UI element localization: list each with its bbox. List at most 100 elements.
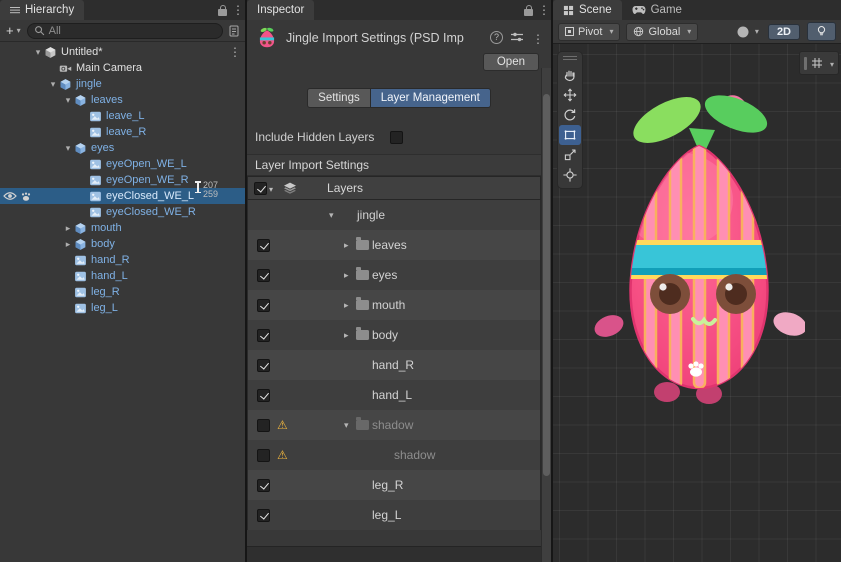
expand-arrow-icon[interactable]: ▾: [329, 210, 341, 221]
expand-arrow-icon[interactable]: ▾: [62, 95, 74, 106]
hierarchy-row-leaves[interactable]: ▾leaves: [0, 92, 245, 108]
inspector-scrollbar[interactable]: [541, 68, 551, 562]
tab-inspector[interactable]: Inspector: [247, 0, 314, 20]
hierarchy-row-Untitled*[interactable]: ▾Untitled*⋮: [0, 44, 245, 60]
layer-row-hand_L[interactable]: hand_L: [248, 380, 540, 410]
kebab-menu-icon[interactable]: ⋮: [229, 45, 241, 59]
hierarchy-row-body[interactable]: ▸body: [0, 236, 245, 252]
strip-drag-handle[interactable]: [563, 55, 577, 62]
global-dropdown[interactable]: Global: [626, 23, 698, 41]
presets-icon[interactable]: [510, 31, 524, 43]
layer-row-body[interactable]: ▸body: [248, 320, 540, 350]
expand-arrow-icon[interactable]: ▸: [62, 223, 74, 234]
layer-name: jingle: [357, 208, 385, 222]
inspector-header: Jingle Import Settings (PSD Imp: [247, 20, 551, 50]
visibility-gutter[interactable]: [0, 191, 32, 202]
open-button[interactable]: Open: [483, 53, 539, 71]
hierarchy-item-label: Main Camera: [76, 62, 142, 74]
jingle-character[interactable]: [593, 82, 805, 404]
layer-row-shadow[interactable]: shadow: [248, 440, 540, 470]
hierarchy-row-hand_L[interactable]: hand_L: [0, 268, 245, 284]
hierarchy-row-hand_R[interactable]: hand_R: [0, 252, 245, 268]
layer-checkbox[interactable]: [257, 449, 270, 462]
hierarchy-row-leg_R[interactable]: leg_R: [0, 284, 245, 300]
expand-arrow-icon[interactable]: ▸: [62, 239, 74, 250]
expand-arrow-icon[interactable]: ▾: [47, 79, 59, 90]
lighting-toggle[interactable]: [807, 22, 836, 41]
layer-row-mouth[interactable]: ▸mouth: [248, 290, 540, 320]
hierarchy-row-leg_L[interactable]: leg_L: [0, 300, 245, 316]
hierarchy-item-label: mouth: [91, 222, 122, 234]
hierarchy-panel: Hierarchy + All ▾Untitled*⋮ Main Camera ▾j…: [0, 0, 247, 562]
expand-arrow-icon[interactable]: ▸: [344, 270, 356, 281]
prefab-icon: [74, 238, 87, 251]
picking-paw-icon[interactable]: [20, 191, 32, 202]
kebab-menu-icon[interactable]: [531, 29, 545, 49]
layer-row-leg_L[interactable]: leg_L: [248, 500, 540, 530]
tab-scene[interactable]: Scene: [553, 0, 622, 20]
visibility-eye-icon[interactable]: [3, 191, 17, 202]
layer-row-jingle[interactable]: ▾ jingle: [248, 200, 540, 230]
checkbox-dropdown-caret[interactable]: [269, 179, 273, 197]
layer-checkbox[interactable]: [257, 509, 270, 522]
hierarchy-row-mouth[interactable]: ▸ mouth: [0, 220, 245, 236]
layer-checkbox[interactable]: [257, 479, 270, 492]
include-hidden-layers-checkbox[interactable]: [390, 131, 403, 144]
layer-checkbox[interactable]: [257, 329, 270, 342]
tab-layer-management[interactable]: Layer Management: [371, 88, 491, 108]
layer-row-leg_R[interactable]: leg_R: [248, 470, 540, 500]
scrollbar-thumb[interactable]: [543, 94, 550, 476]
search-input[interactable]: All: [27, 23, 223, 39]
expand-arrow-icon[interactable]: ▸: [344, 300, 356, 311]
layer-checkbox[interactable]: [257, 389, 270, 402]
hierarchy-item-label: eyeOpen_WE_R: [106, 174, 189, 186]
hierarchy-row-jingle[interactable]: ▾jingle: [0, 76, 245, 92]
rotate-tool[interactable]: [559, 105, 581, 125]
hierarchy-row-leave_L[interactable]: leave_L: [0, 108, 245, 124]
expand-arrow-icon[interactable]: ▾: [32, 47, 44, 58]
layer-checkbox[interactable]: [257, 419, 270, 432]
transform-tool[interactable]: [559, 165, 581, 185]
sprite-icon: [89, 126, 102, 139]
layer-checkbox[interactable]: [257, 269, 270, 282]
add-object-button[interactable]: +: [4, 23, 23, 38]
scale-tool[interactable]: [559, 145, 581, 165]
layer-checkbox[interactable]: [257, 299, 270, 312]
grid-visibility-control[interactable]: [799, 51, 839, 75]
tab-settings[interactable]: Settings: [307, 88, 371, 108]
layer-row-hand_R[interactable]: hand_R: [248, 350, 540, 380]
rect-tool[interactable]: [559, 125, 581, 145]
kebab-menu-icon[interactable]: [537, 0, 551, 20]
hierarchy-row-eyes[interactable]: ▾ eyes: [0, 140, 245, 156]
hierarchy-row-leave_R[interactable]: leave_R: [0, 124, 245, 140]
2d-mode-toggle[interactable]: 2D: [768, 24, 800, 40]
panel-menu-icon: [10, 6, 20, 14]
hierarchy-row-eyeClosed_WE_R[interactable]: eyeClosed_WE_R: [0, 204, 245, 220]
hierarchy-item-label: eyes: [91, 142, 114, 154]
scene-viewport[interactable]: [553, 44, 841, 562]
expand-arrow-icon[interactable]: ▸: [344, 240, 356, 251]
pivot-dropdown[interactable]: Pivot: [558, 23, 620, 41]
lock-icon[interactable]: [524, 9, 533, 16]
expand-arrow-icon[interactable]: ▸: [344, 330, 356, 341]
view-tool[interactable]: [559, 65, 581, 85]
hierarchy-row-eyeOpen_WE_L[interactable]: eyeOpen_WE_L: [0, 156, 245, 172]
tab-label: Inspector: [257, 4, 304, 16]
layers-master-checkbox[interactable]: [254, 182, 267, 195]
tab-game[interactable]: Game: [622, 0, 692, 20]
expand-arrow-icon[interactable]: ▾: [344, 420, 356, 431]
layer-row-eyes[interactable]: ▸eyes: [248, 260, 540, 290]
kebab-menu-icon[interactable]: [231, 0, 245, 20]
shading-mode-dropdown[interactable]: [734, 25, 761, 39]
layer-row-shadow[interactable]: ▾shadow: [248, 410, 540, 440]
hierarchy-row-Main Camera[interactable]: Main Camera: [0, 60, 245, 76]
layer-checkbox[interactable]: [257, 359, 270, 372]
search-filter-icon[interactable]: [227, 25, 241, 37]
lock-icon[interactable]: [218, 9, 227, 16]
tab-hierarchy[interactable]: Hierarchy: [0, 0, 84, 20]
expand-arrow-icon[interactable]: ▾: [62, 143, 74, 154]
layer-checkbox[interactable]: [257, 239, 270, 252]
move-tool[interactable]: [559, 85, 581, 105]
layer-row-leaves[interactable]: ▸leaves: [248, 230, 540, 260]
help-icon[interactable]: [490, 31, 503, 44]
